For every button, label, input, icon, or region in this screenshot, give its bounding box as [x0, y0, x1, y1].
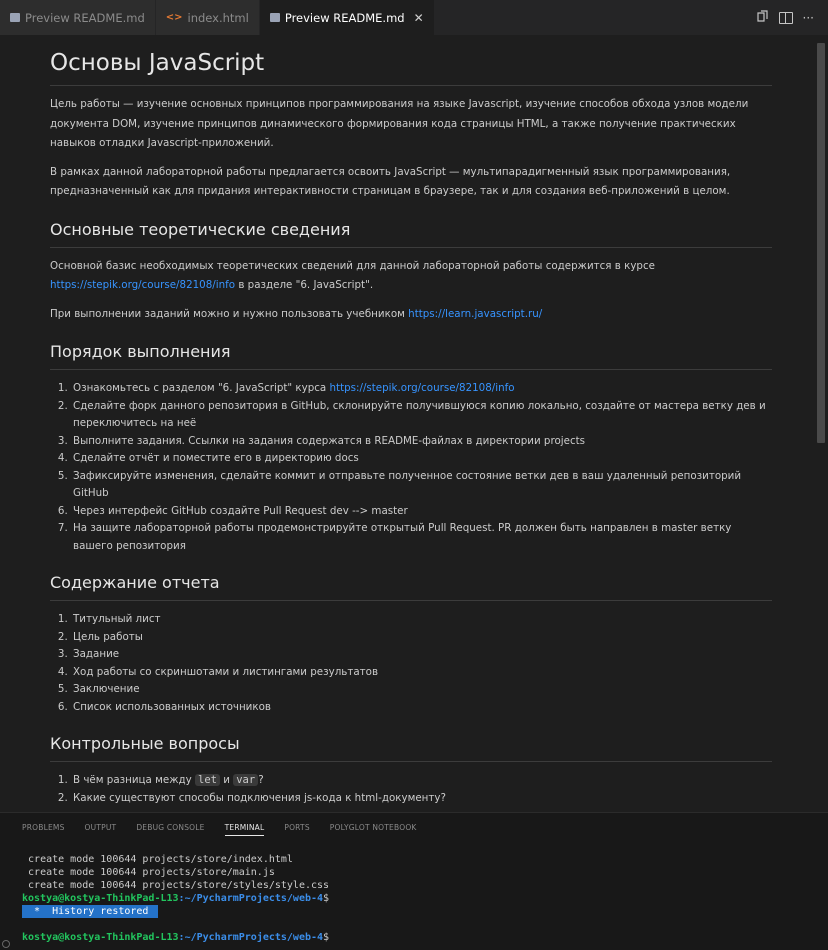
list-item: Задание — [71, 646, 772, 664]
terminal-line: create mode 100644 projects/store/styles… — [22, 879, 828, 892]
list-item: Ознакомьтесь с разделом "6. JavaScript" … — [71, 380, 772, 398]
heading-report: Содержание отчета — [50, 573, 772, 601]
text: В чём разница между — [73, 774, 195, 786]
prompt-path: :~/PycharmProjects/web-4 — [178, 932, 324, 943]
list-item: В чём разница между let и var? — [71, 772, 772, 790]
tab-label: Preview README.md — [25, 10, 145, 25]
tab-polyglot-notebook[interactable]: POLYGLOT NOTEBOOK — [330, 823, 417, 832]
heading-theory: Основные теоретические сведения — [50, 220, 772, 248]
tab-label: Preview README.md — [284, 10, 405, 25]
list-item: Сделайте отчёт и поместите его в директо… — [71, 450, 772, 468]
tab-label: index.html — [187, 10, 249, 25]
order-list: Ознакомьтесь с разделом "6. JavaScript" … — [50, 380, 772, 555]
intro-paragraph-2: В рамках данной лабораторной работы пред… — [50, 165, 731, 198]
list-item: Выполните задания. Ссылки на задания сод… — [71, 433, 772, 451]
inline-code: var — [233, 774, 259, 786]
questions-list: В чём разница между let и var? Какие сущ… — [50, 772, 772, 807]
html-file-icon: <> — [165, 12, 183, 23]
prompt-path: :~/PycharmProjects/web-4 — [178, 893, 324, 904]
tab-output[interactable]: OUTPUT — [85, 823, 117, 832]
command-status-icon — [2, 940, 10, 948]
text: create mode 100644 projects/store/index.… — [28, 854, 293, 865]
panel-tabs: PROBLEMS OUTPUT DEBUG CONSOLE TERMINAL P… — [0, 813, 828, 841]
more-actions-icon[interactable]: ··· — [803, 11, 814, 25]
tab-problems[interactable]: PROBLEMS — [22, 823, 65, 832]
text: * — [34, 906, 41, 917]
editor-actions: ··· — [756, 0, 828, 35]
prompt-dollar: $ — [323, 932, 330, 943]
prompt-user: kostya@kostya-ThinkPad-L13 — [22, 932, 179, 943]
preview-scrollbar[interactable] — [814, 35, 828, 812]
inline-code: let — [195, 774, 220, 786]
list-item: На защите лабораторной работы продемонст… — [71, 520, 772, 555]
list-item: Ход работы со скриншотами и листингами р… — [71, 664, 772, 682]
theory-paragraph-2: При выполнении заданий можно и нужно пол… — [50, 305, 772, 325]
learn-javascript-link[interactable]: https://learn.javascript.ru/ — [408, 308, 542, 320]
list-item: Зафиксируйте изменения, сделайте коммит … — [71, 468, 772, 503]
list-item: Сделайте форк данного репозитория в GitH… — [71, 398, 772, 433]
report-list: Титульный лист Цель работы Задание Ход р… — [50, 611, 772, 716]
tab-index-html[interactable]: <> index.html — [155, 0, 260, 35]
prompt-dollar: $ — [323, 893, 330, 904]
text: При выполнении заданий можно и нужно пол… — [50, 307, 409, 320]
heading-order: Порядок выполнения — [50, 342, 772, 370]
terminal[interactable]: create mode 100644 projects/store/index.… — [0, 853, 828, 944]
markdown-preview-icon — [10, 13, 20, 22]
list-item: Титульный лист — [71, 611, 772, 629]
scrollbar-thumb[interactable] — [817, 43, 825, 443]
list-item: Список использованных источников — [71, 699, 772, 717]
markdown-preview-icon — [269, 13, 280, 22]
heading-questions: Контрольные вопросы — [50, 734, 772, 762]
editor-tab-bar: Preview README.md <> index.html Preview … — [0, 0, 828, 35]
tab-terminal[interactable]: TERMINAL — [224, 823, 265, 836]
bottom-panel: PROBLEMS OUTPUT DEBUG CONSOLE TERMINAL P… — [0, 812, 828, 950]
history-restored-badge: * History restored — [22, 905, 159, 918]
list-item: Какие существуют способы подключения js-… — [71, 790, 772, 808]
tab-preview-readme-1[interactable]: Preview README.md — [0, 0, 156, 35]
text: в разделе "6. JavaScript". — [235, 279, 374, 291]
text: create mode 100644 projects/store/main.j… — [28, 867, 275, 878]
open-source-icon[interactable] — [756, 9, 769, 26]
list-item: Через интерфейс GitHub создайте Pull Req… — [71, 503, 772, 521]
text: create mode 100644 projects/store/styles… — [28, 880, 330, 891]
terminal-line: create mode 100644 projects/store/main.j… — [22, 866, 828, 879]
list-item: Заключение — [71, 681, 772, 699]
intro-paragraph-1: Цель работы — изучение основных принципо… — [50, 98, 749, 149]
text: ? — [258, 774, 264, 786]
document: Основы JavaScript Цель работы — изучение… — [50, 35, 772, 807]
text: Ознакомьтесь с разделом "6. JavaScript" … — [73, 382, 330, 394]
split-editor-icon[interactable] — [778, 11, 793, 24]
markdown-preview[interactable]: Основы JavaScript Цель работы — изучение… — [0, 35, 828, 812]
close-icon[interactable]: ✕ — [414, 11, 424, 25]
history-line: * History restored — [22, 905, 828, 918]
theory-paragraph-1: Основной базис необходимых теоретических… — [50, 257, 772, 296]
page-title: Основы JavaScript — [50, 50, 772, 86]
tab-ports[interactable]: PORTS — [284, 823, 309, 832]
prompt-user: kostya@kostya-ThinkPad-L13 — [22, 893, 179, 904]
text: Основной базис необходимых теоретических… — [50, 259, 655, 272]
text: и — [219, 774, 234, 786]
terminal-prompt: kostya@kostya-ThinkPad-L13:~/PycharmProj… — [22, 931, 828, 944]
text: History restored — [52, 906, 149, 917]
terminal-line: create mode 100644 projects/store/index.… — [22, 853, 828, 866]
stepik-course-link[interactable]: https://stepik.org/course/82108/info — [330, 382, 515, 394]
list-item: Цель работы — [71, 629, 772, 647]
tab-debug-console[interactable]: DEBUG CONSOLE — [136, 823, 204, 832]
stepik-course-link[interactable]: https://stepik.org/course/82108/info — [50, 279, 235, 291]
terminal-prompt: kostya@kostya-ThinkPad-L13:~/PycharmProj… — [22, 892, 828, 905]
tab-preview-readme-active[interactable]: Preview README.md ✕ — [259, 0, 435, 35]
